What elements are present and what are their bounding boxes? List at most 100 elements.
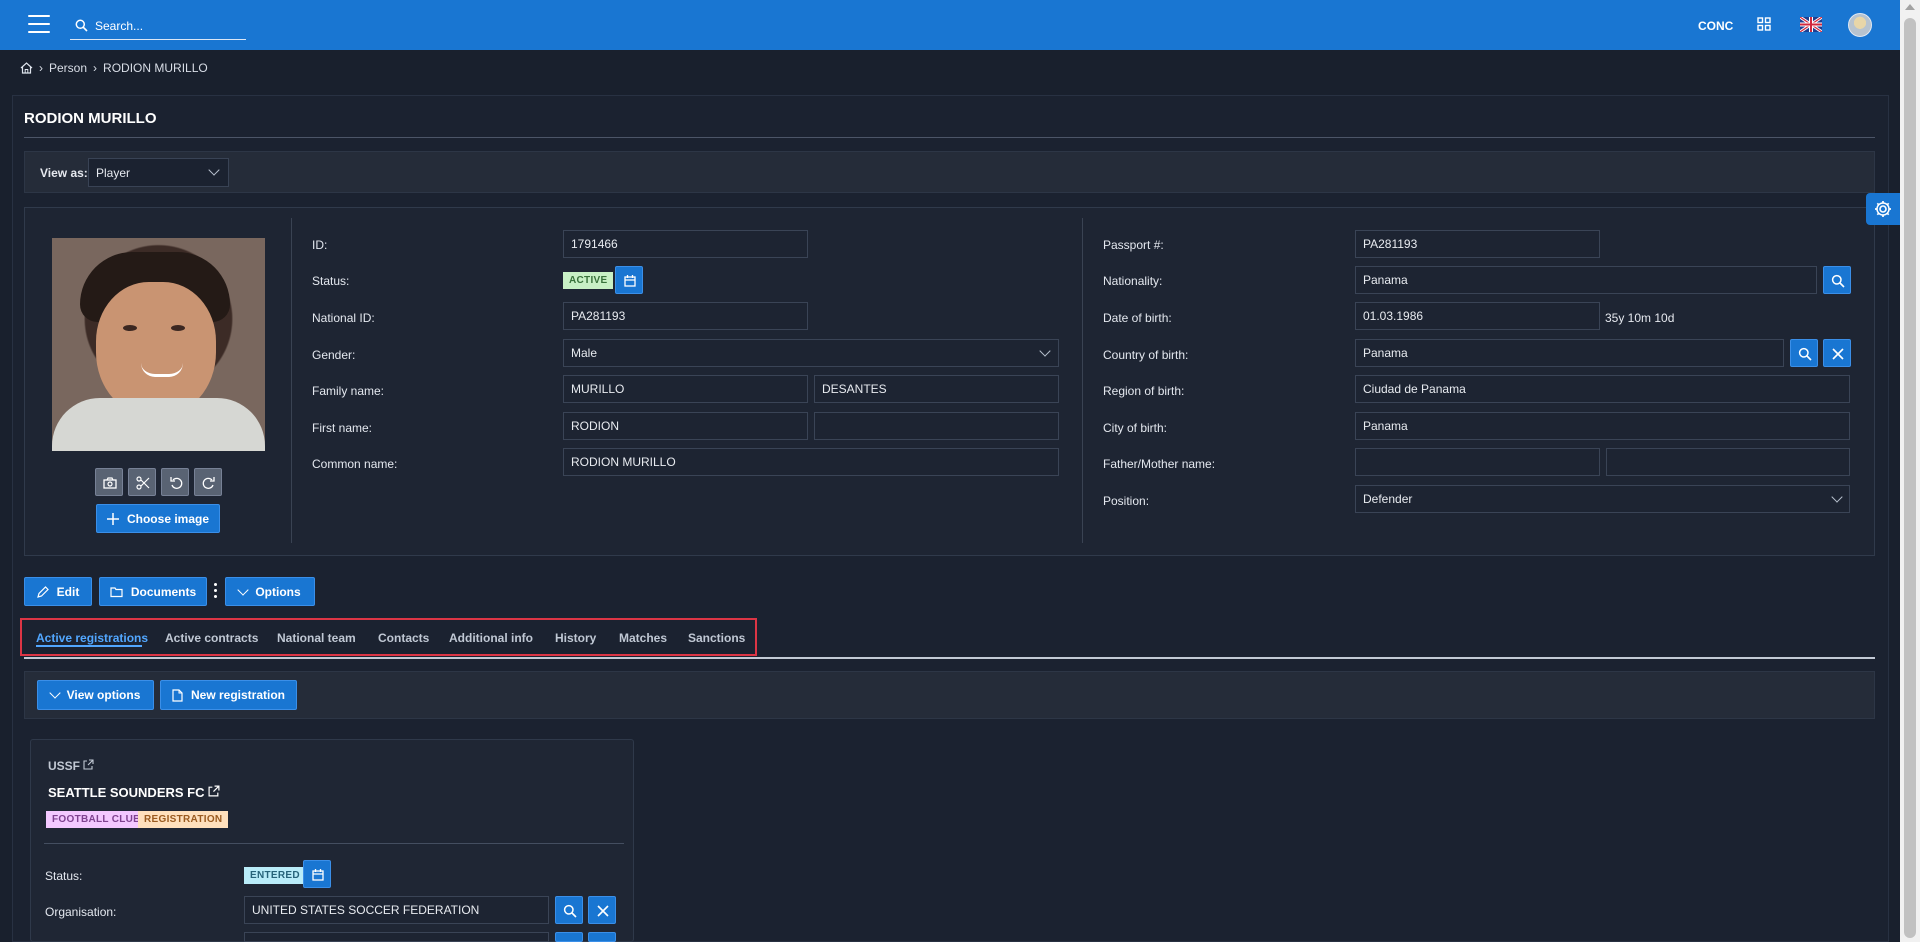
tab-history[interactable]: History — [555, 631, 596, 645]
view-options-button[interactable]: View options — [37, 680, 154, 710]
first-name-field[interactable]: RODION — [563, 412, 808, 440]
tab-national-team[interactable]: National team — [277, 631, 356, 645]
organisation-code[interactable]: CONC — [1698, 19, 1733, 33]
title-divider — [24, 137, 1875, 138]
right-column-divider — [1082, 218, 1083, 543]
next-search-button[interactable] — [555, 932, 583, 942]
rotate-left-button[interactable] — [161, 468, 189, 496]
breadcrumb: › Person › RODION MURILLO — [20, 60, 208, 76]
chevron-down-icon — [237, 583, 249, 596]
father-name-field[interactable] — [1355, 448, 1600, 476]
region-of-birth-label: Region of birth: — [1103, 384, 1185, 398]
age-value: 35y 10m 10d — [1605, 311, 1675, 325]
chevron-right-icon: › — [39, 61, 43, 75]
nationality-field[interactable]: Panama — [1355, 266, 1817, 294]
options-button[interactable]: Options — [225, 577, 315, 606]
association-name[interactable]: USSF — [48, 759, 94, 773]
scroll-up-arrow-icon[interactable] — [1905, 4, 1915, 10]
uk-flag-icon[interactable] — [1800, 17, 1822, 32]
organisation-field[interactable]: UNITED STATES SOCCER FEDERATION — [244, 896, 549, 924]
nationality-search-button[interactable] — [1823, 266, 1851, 294]
mother-name-field[interactable] — [1606, 448, 1850, 476]
tab-contacts[interactable]: Contacts — [378, 631, 429, 645]
position-select[interactable]: Defender — [1355, 485, 1850, 513]
scrollbar-thumb[interactable] — [1904, 18, 1916, 938]
search-icon — [75, 19, 88, 32]
entered-badge: ENTERED — [244, 867, 306, 884]
plus-icon — [106, 512, 119, 525]
photo-shirt — [52, 398, 265, 451]
tab-active-registrations[interactable]: Active registrations — [36, 631, 148, 645]
breadcrumb-current: RODION MURILLO — [103, 61, 208, 75]
close-icon — [1832, 348, 1844, 360]
camera-button[interactable] — [95, 468, 123, 496]
photo-eye — [171, 325, 185, 331]
tabs-divider — [24, 657, 1875, 659]
search-icon — [563, 904, 577, 918]
registrations-toolbar — [24, 671, 1875, 719]
choose-image-button[interactable]: Choose image — [96, 504, 220, 533]
choose-image-label: Choose image — [126, 511, 210, 526]
passport-label: Passport #: — [1103, 238, 1164, 252]
tab-matches[interactable]: Matches — [619, 631, 667, 645]
tab-active-contracts[interactable]: Active contracts — [165, 631, 258, 645]
chevron-down-icon — [208, 164, 220, 176]
national-id-label: National ID: — [312, 311, 375, 325]
registration-status-history-button[interactable] — [303, 860, 331, 888]
document-icon — [172, 688, 183, 702]
tab-additional-info[interactable]: Additional info — [449, 631, 533, 645]
camera-icon — [103, 477, 117, 489]
tab-sanctions[interactable]: Sanctions — [688, 631, 745, 645]
scissors-icon — [136, 476, 150, 490]
new-registration-button[interactable]: New registration — [160, 680, 297, 710]
country-clear-button[interactable] — [1823, 339, 1851, 367]
date-of-birth-label: Date of birth: — [1103, 311, 1172, 325]
new-registration-label: New registration — [190, 688, 286, 702]
family-name-label: Family name: — [312, 384, 385, 398]
avatar[interactable] — [1848, 13, 1872, 37]
region-of-birth-field[interactable]: Ciudad de Panama — [1355, 375, 1850, 403]
gender-select[interactable]: Male — [563, 339, 1059, 367]
next-organisation-field[interactable] — [244, 932, 549, 942]
organisation-search-button[interactable] — [555, 896, 583, 924]
passport-field[interactable]: PA281193 — [1355, 230, 1600, 258]
nationality-label: Nationality: — [1103, 274, 1163, 288]
national-id-field[interactable]: PA281193 — [563, 302, 808, 330]
breadcrumb-person[interactable]: Person — [49, 61, 87, 75]
search-input[interactable]: Search... — [70, 12, 246, 40]
id-field[interactable]: 1791466 — [563, 230, 808, 258]
edit-button[interactable]: Edit — [24, 577, 92, 606]
folder-icon — [110, 586, 123, 597]
home-icon[interactable] — [20, 62, 33, 74]
family-name-second-field[interactable]: DESANTES — [814, 375, 1059, 403]
settings-tab[interactable] — [1866, 193, 1900, 225]
menu-icon[interactable] — [28, 15, 50, 33]
position-value: Defender — [1363, 492, 1413, 506]
next-clear-button[interactable] — [588, 932, 616, 942]
documents-button[interactable]: Documents — [99, 577, 207, 606]
rotate-right-button[interactable] — [194, 468, 222, 496]
city-of-birth-field[interactable]: Panama — [1355, 412, 1850, 440]
crop-button[interactable] — [128, 468, 156, 496]
country-of-birth-field[interactable]: Panama — [1355, 339, 1784, 367]
apps-icon[interactable] — [1757, 17, 1771, 31]
more-options-icon[interactable] — [214, 583, 218, 598]
family-name-first-field[interactable]: MURILLO — [563, 375, 808, 403]
organisation-clear-button[interactable] — [588, 896, 616, 924]
middle-name-field[interactable] — [814, 412, 1059, 440]
search-icon — [1798, 347, 1812, 361]
date-of-birth-field[interactable]: 01.03.1986 — [1355, 302, 1600, 330]
top-navigation-bar: Search... CONC — [0, 0, 1900, 50]
organisation-label: Organisation: — [45, 905, 117, 919]
country-search-button[interactable] — [1790, 339, 1818, 367]
club-name[interactable]: SEATTLE SOUNDERS FC — [48, 785, 220, 800]
view-as-select[interactable]: Player — [88, 158, 229, 187]
registration-status-label: Status: — [45, 869, 83, 883]
city-of-birth-label: City of birth: — [1103, 421, 1168, 435]
status-history-button[interactable] — [615, 266, 643, 294]
parent-name-label: Father/Mother name: — [1103, 457, 1216, 471]
common-name-field[interactable]: RODION MURILLO — [563, 448, 1059, 476]
football-club-tag: FOOTBALL CLUB — [46, 811, 147, 828]
left-column-divider — [291, 218, 292, 543]
search-placeholder: Search... — [95, 19, 144, 33]
